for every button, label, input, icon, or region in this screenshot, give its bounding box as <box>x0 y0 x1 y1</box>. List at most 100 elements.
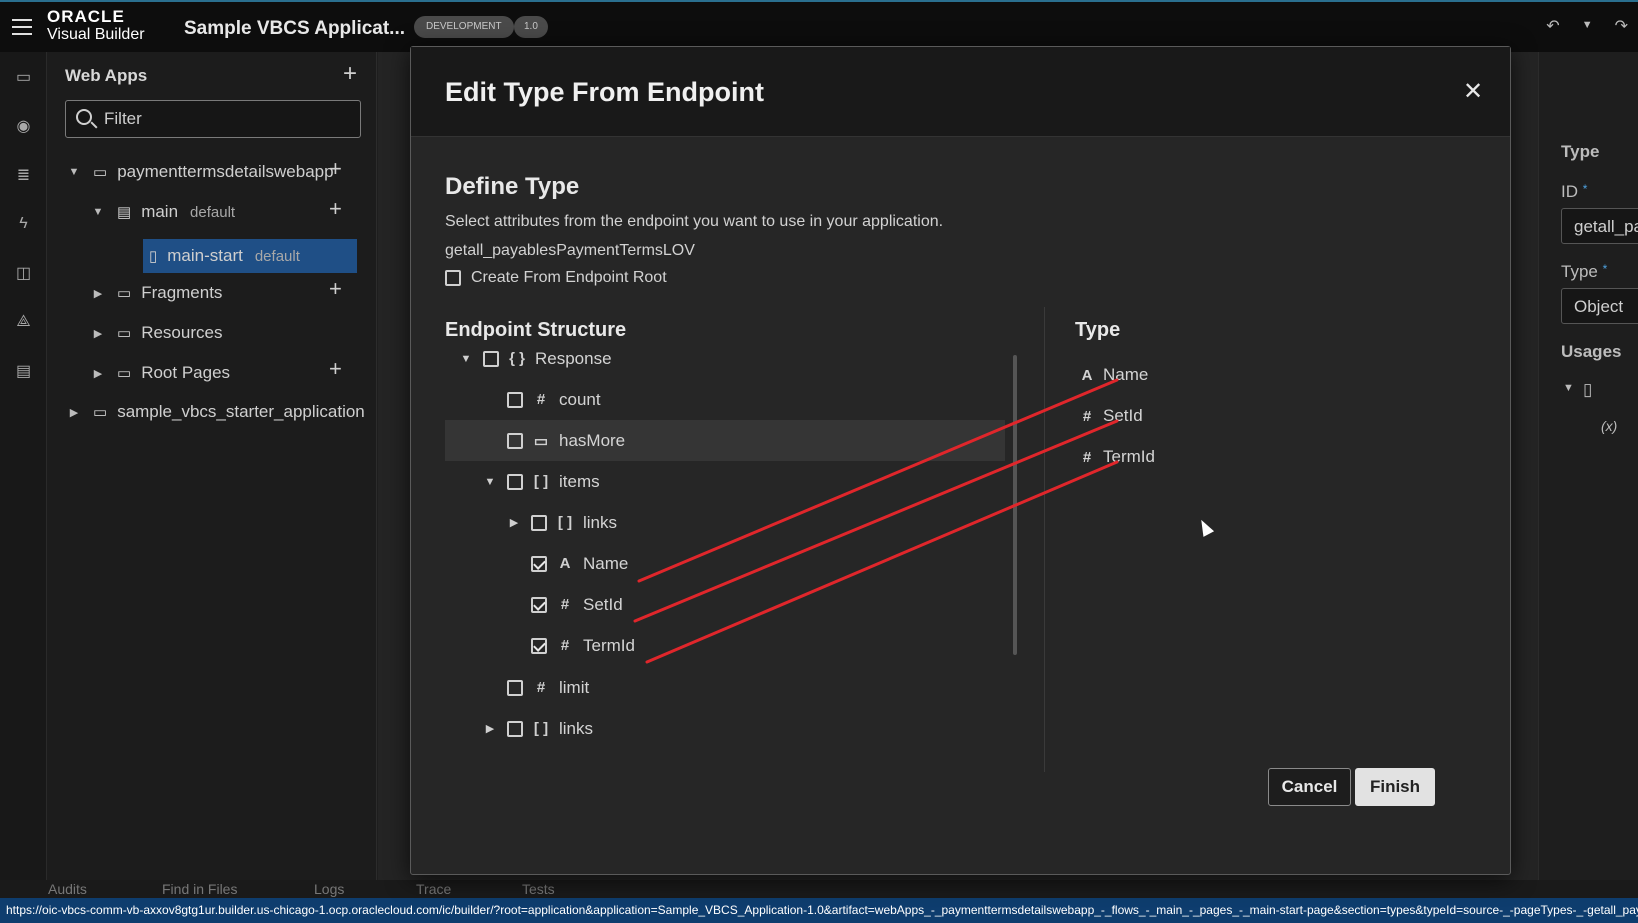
tab-tests[interactable]: Tests <box>522 881 555 897</box>
endpoint-row-response[interactable]: ▼ { } Response <box>459 338 612 379</box>
caret-right-icon[interactable]: ▶ <box>483 722 497 735</box>
undo-icon[interactable]: ↶ <box>1546 16 1559 36</box>
object-icon: { } <box>509 350 525 367</box>
create-from-root-checkbox[interactable] <box>445 270 461 286</box>
number-icon: # <box>536 679 546 696</box>
caret-right-icon[interactable]: ▶ <box>67 406 81 419</box>
close-icon[interactable]: ✕ <box>1463 77 1483 106</box>
caret-down-icon[interactable]: ▼ <box>91 206 105 218</box>
type-field-termid[interactable]: # TermId <box>1079 437 1155 477</box>
endpoint-checkbox[interactable] <box>507 679 523 696</box>
endpoint-row-links[interactable]: ▶ [ ] links <box>483 708 593 749</box>
caret-down-icon[interactable]: ▼ <box>459 353 473 365</box>
endpoint-checkbox[interactable] <box>483 350 499 367</box>
endpoint-row-count[interactable]: # count <box>483 379 601 420</box>
endpoint-label: items <box>559 471 600 491</box>
type-field-setid[interactable]: # SetId <box>1079 396 1143 436</box>
string-icon: A <box>1081 366 1093 384</box>
create-from-root-label: Create From Endpoint Root <box>471 269 667 286</box>
variable-marker: (x) <box>1601 418 1618 434</box>
version-badge: 1.0 <box>514 16 548 38</box>
property-panel: Type ID * getall_pa Type * Object Usages… <box>1538 52 1638 890</box>
caret-right-icon[interactable]: ▶ <box>91 287 105 300</box>
column-divider <box>1044 307 1045 772</box>
finish-button[interactable]: Finish <box>1355 768 1435 806</box>
create-from-root-option[interactable]: Create From Endpoint Root <box>445 269 667 287</box>
tab-logs[interactable]: Logs <box>314 881 344 897</box>
id-label: ID * <box>1561 182 1588 201</box>
connector-termid <box>645 460 1119 664</box>
app-title[interactable]: Sample VBCS Applicat... <box>184 18 405 40</box>
number-icon: # <box>560 596 570 613</box>
layouts-icon[interactable]: ⟁ <box>0 297 47 346</box>
endpoint-checkbox[interactable] <box>531 514 547 531</box>
endpoint-checkbox[interactable] <box>507 432 523 449</box>
hamburger-menu-icon[interactable] <box>12 19 32 35</box>
add-web-app-icon[interactable]: + <box>343 60 357 88</box>
endpoint-row-termid[interactable]: # TermId <box>507 625 635 666</box>
services-icon[interactable]: ◉ <box>0 101 47 150</box>
tree-item-fragments[interactable]: ▶ ▭ Fragments <box>91 276 223 310</box>
endpoint-checkbox-checked[interactable] <box>531 555 547 572</box>
redo-icon[interactable]: ↷ <box>1615 16 1628 36</box>
endpoint-checkbox-checked[interactable] <box>531 637 547 654</box>
id-label-text: ID <box>1561 182 1578 201</box>
tab-find-in-files[interactable]: Find in Files <box>162 881 237 897</box>
cancel-button[interactable]: Cancel <box>1268 768 1351 806</box>
tree-item-root-pages[interactable]: ▶ ▭ Root Pages <box>91 356 230 390</box>
caret-down-icon[interactable]: ▼ <box>483 476 497 488</box>
tab-audits[interactable]: Audits <box>48 881 87 897</box>
array-icon: [ ] <box>533 473 549 490</box>
id-field[interactable]: getall_pa <box>1561 208 1638 244</box>
oracle-logo: ORACLE Visual Builder <box>47 8 145 43</box>
add-icon[interactable]: + <box>329 356 342 382</box>
type-field-label: SetId <box>1103 406 1143 425</box>
tree-item-webapp[interactable]: ▼ ▭ paymenttermsdetailswebapp <box>67 155 334 189</box>
type-field-name[interactable]: A Name <box>1079 355 1149 395</box>
chevron-down-icon[interactable]: ▼ <box>1582 16 1593 36</box>
endpoint-row-items-links[interactable]: ▶ [ ] links <box>507 502 617 543</box>
components-icon[interactable]: ◫ <box>0 248 47 297</box>
tree-item-label: main <box>141 202 179 221</box>
folder-icon: ▭ <box>117 365 132 382</box>
endpoint-row-setid[interactable]: # SetId <box>507 584 623 625</box>
caret-down-icon[interactable]: ▼ <box>1563 382 1574 394</box>
endpoint-row-limit[interactable]: # limit <box>483 667 589 708</box>
caret-down-icon[interactable]: ▼ <box>67 166 81 178</box>
add-icon[interactable]: + <box>329 196 342 222</box>
web-apps-navigator: Web Apps + ▼ ▭ paymenttermsdetailswebapp… <box>47 52 377 890</box>
number-icon: # <box>536 391 546 408</box>
tree-item-main-start[interactable]: ▯ main-start default <box>143 239 357 273</box>
tree-item-resources[interactable]: ▶ ▭ Resources <box>91 316 223 350</box>
type-field-label: Name <box>1103 365 1149 384</box>
endpoint-scrollbar[interactable] <box>1013 355 1017 655</box>
define-type-title: Define Type <box>445 173 580 200</box>
tab-trace[interactable]: Trace <box>416 881 451 897</box>
caret-right-icon[interactable]: ▶ <box>507 516 521 529</box>
usages-label: Usages <box>1561 342 1622 361</box>
caret-right-icon[interactable]: ▶ <box>91 367 105 380</box>
caret-right-icon[interactable]: ▶ <box>91 327 105 340</box>
tree-item-main[interactable]: ▼ ▤ main default <box>91 195 236 229</box>
connector-name <box>637 378 1119 583</box>
type-column-title: Type <box>1075 319 1121 341</box>
endpoint-row-name[interactable]: A Name <box>507 543 628 584</box>
endpoint-row-hasmore[interactable]: ▭ hasMore <box>445 420 1005 461</box>
endpoint-checkbox[interactable] <box>507 473 523 490</box>
endpoint-row-items[interactable]: ▼ [ ] items <box>483 461 600 502</box>
add-icon[interactable]: + <box>329 156 342 182</box>
type-field[interactable]: Object <box>1561 288 1638 324</box>
business-objects-icon[interactable]: ≣ <box>0 150 47 199</box>
endpoint-checkbox[interactable] <box>507 391 523 408</box>
filter-input[interactable] <box>104 107 354 131</box>
array-icon: [ ] <box>533 720 549 737</box>
tree-item-starter-app[interactable]: ▶ ▭ sample_vbcs_starter_application <box>67 395 365 429</box>
endpoint-label: Response <box>535 348 612 368</box>
add-icon[interactable]: + <box>329 276 342 302</box>
monitor-icon: ▭ <box>93 404 108 421</box>
source-icon[interactable]: ▤ <box>0 346 47 395</box>
endpoint-checkbox[interactable] <box>507 720 523 737</box>
web-apps-icon[interactable]: ▭ <box>0 52 47 101</box>
processes-icon[interactable]: ϟ <box>0 199 47 248</box>
endpoint-checkbox-checked[interactable] <box>531 596 547 613</box>
